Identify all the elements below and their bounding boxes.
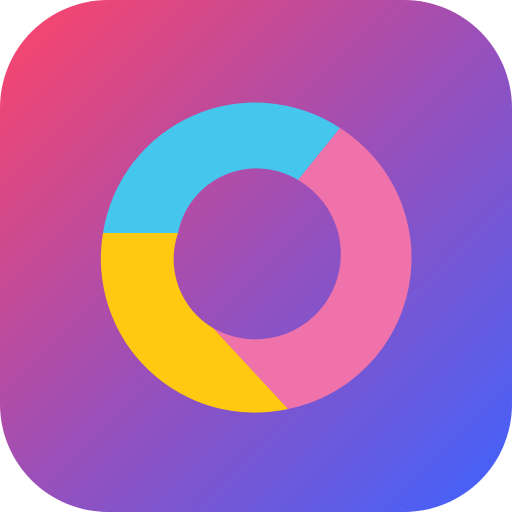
donut-chart-icon	[100, 102, 412, 413]
app-icon[interactable]	[0, 0, 512, 512]
donut-center-hole	[178, 178, 334, 334]
